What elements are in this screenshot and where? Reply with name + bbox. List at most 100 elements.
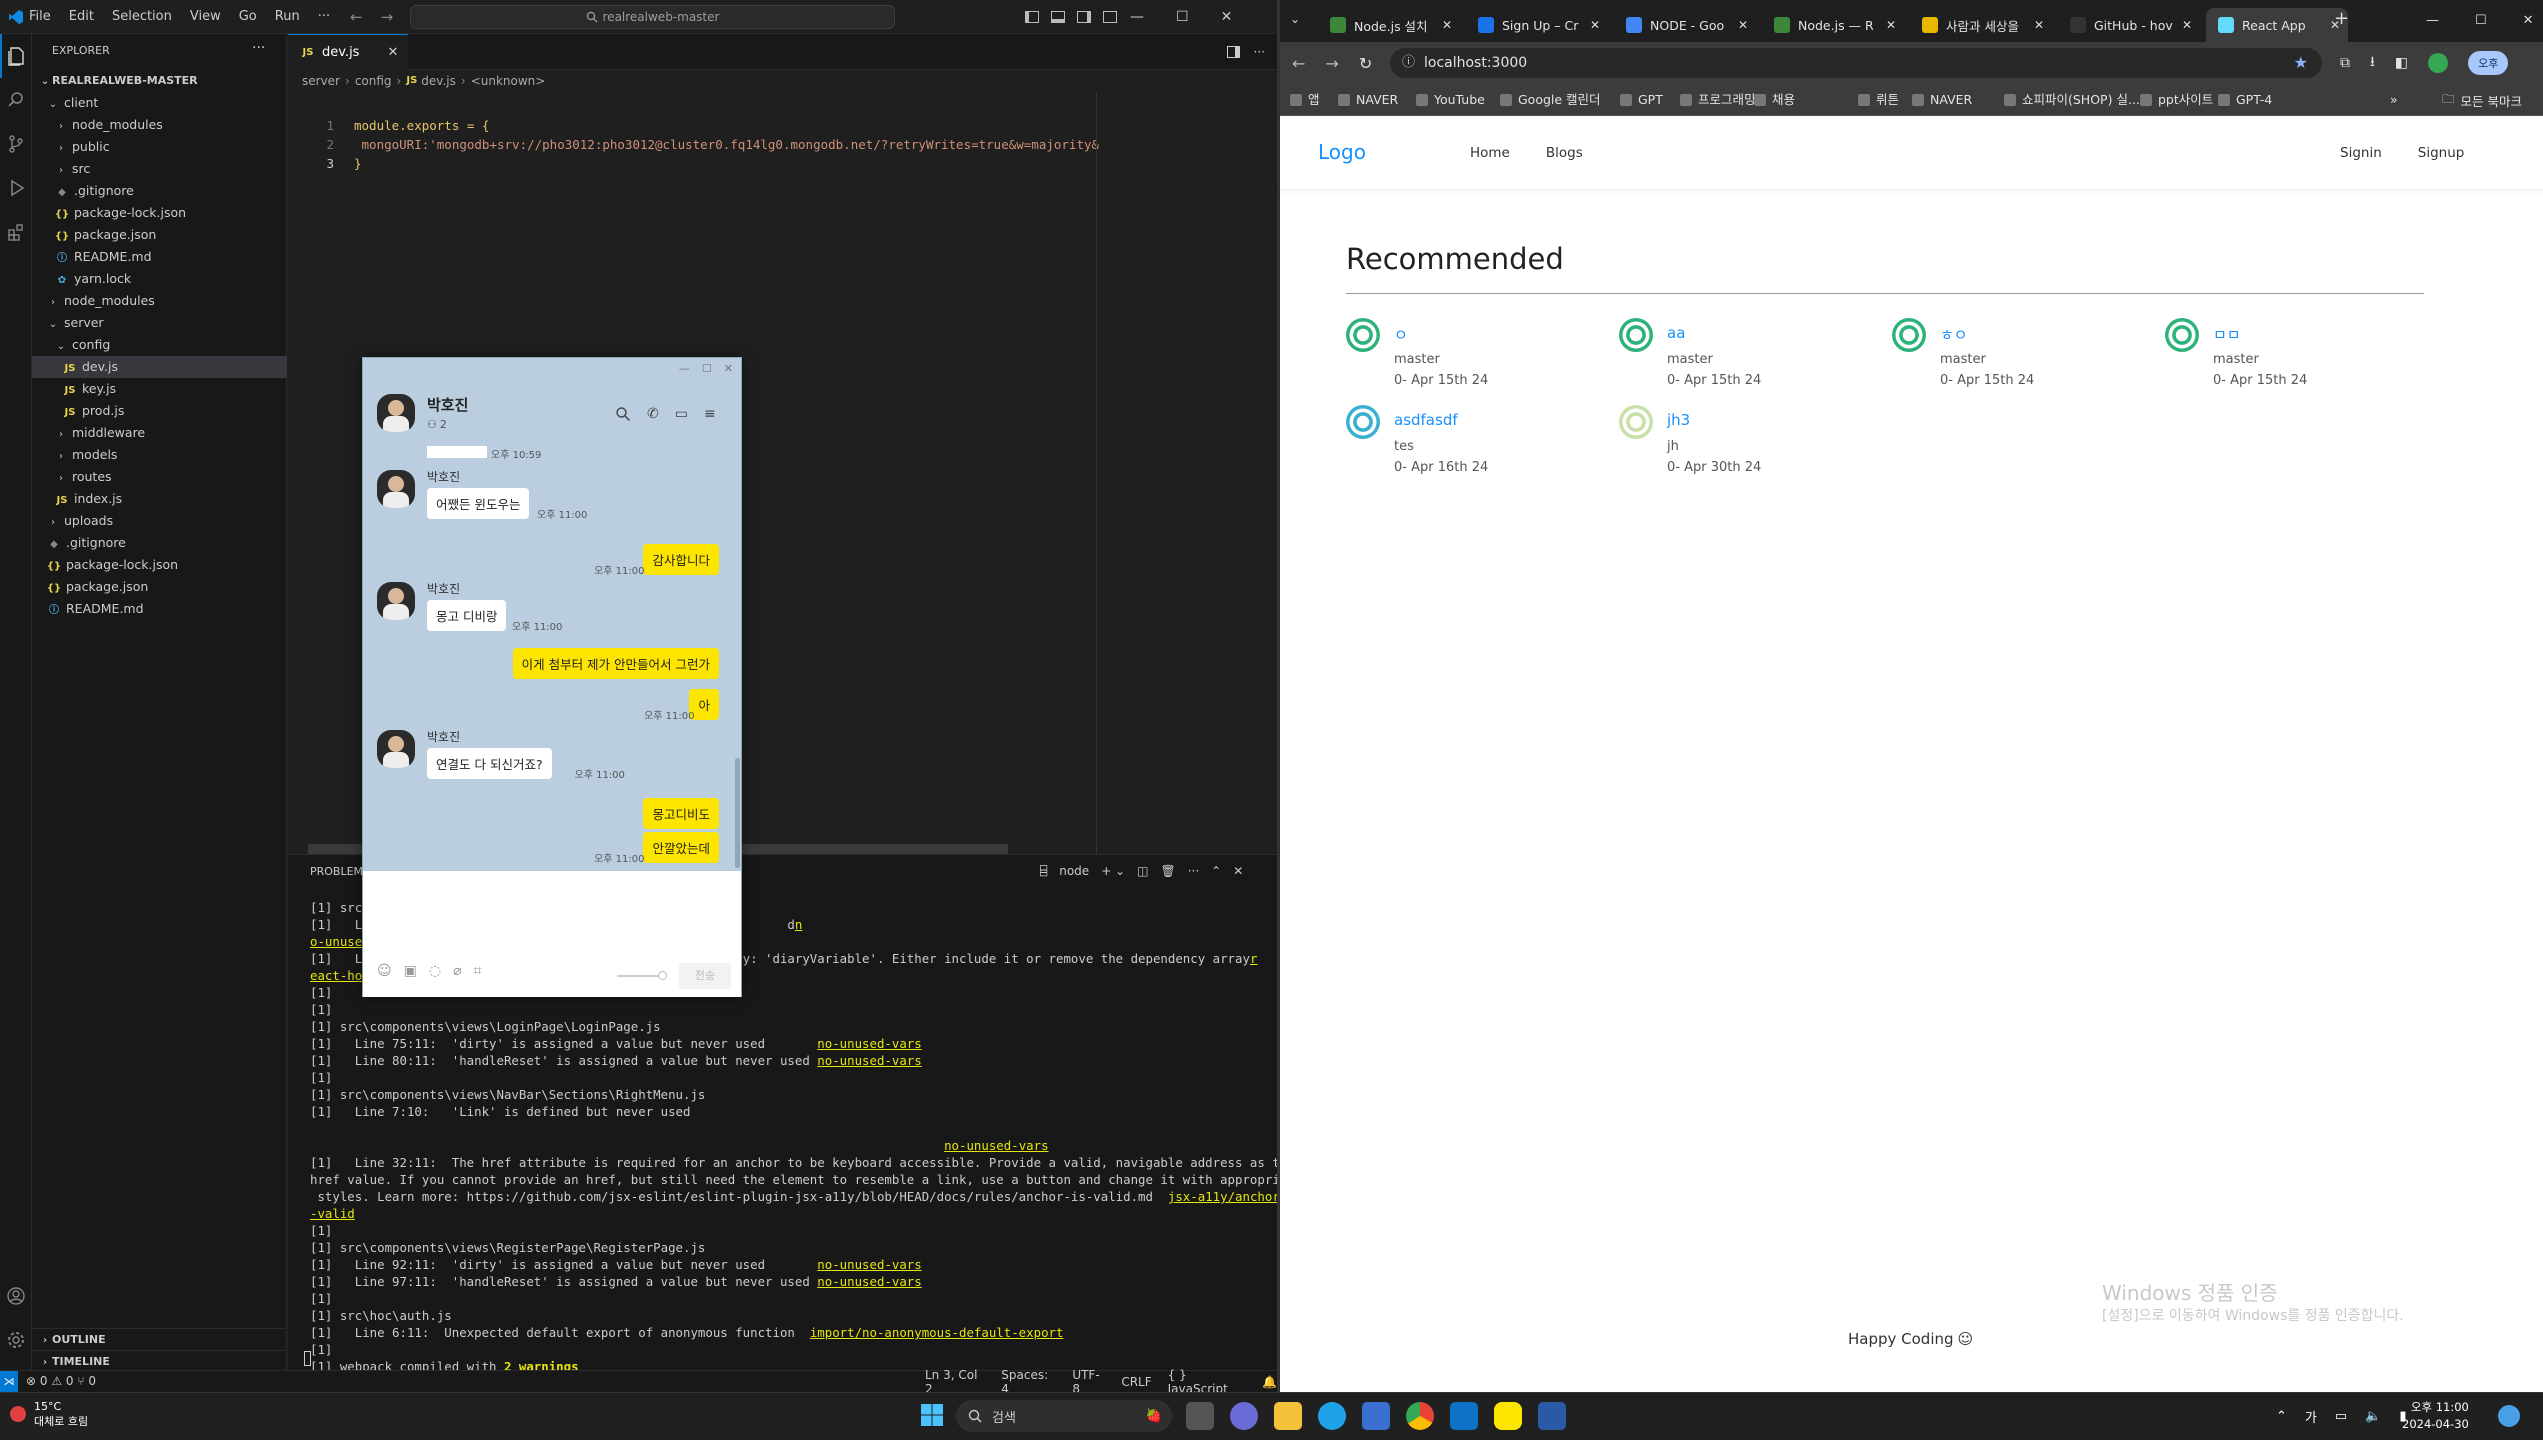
emoticon-icon[interactable]: ☺: [377, 963, 392, 979]
incoming-message[interactable]: 어쨌든 윈도우는: [427, 488, 530, 519]
code-line[interactable]: 3}: [288, 154, 361, 173]
tray-overflow-icon[interactable]: ⌃: [2276, 1409, 2287, 1424]
bookmark-item[interactable]: 쇼피파이(SHOP) 실...: [2004, 84, 2140, 116]
bookmark-item[interactable]: Google 캘린더: [1500, 84, 1601, 116]
account-icon[interactable]: [0, 1274, 32, 1318]
panel-more-icon[interactable]: ···: [1188, 864, 1199, 878]
menu-item[interactable]: File: [20, 0, 60, 34]
terminal-link[interactable]: -valid: [310, 1206, 355, 1221]
tree-item[interactable]: › routes: [32, 466, 287, 488]
new-terminal-icon[interactable]: + ⌄: [1101, 864, 1125, 878]
bookmark-item[interactable]: GPT: [1620, 84, 1663, 116]
browser-tab[interactable]: Node.js 설치 ✕: [1318, 8, 1460, 42]
profile-avatar[interactable]: [2428, 53, 2449, 73]
edge-browser-icon[interactable]: [1318, 1402, 1346, 1430]
new-tab-button[interactable]: +: [2334, 8, 2349, 29]
browser-tab[interactable]: NODE - Goo ✕: [1614, 8, 1756, 42]
close-tab-icon[interactable]: ✕: [1886, 18, 1896, 32]
toggle-secondary-sidebar-icon[interactable]: [1077, 11, 1091, 23]
browser-tab[interactable]: GitHub - hov ✕: [2058, 8, 2200, 42]
tree-item[interactable]: ⌄ client: [32, 92, 287, 114]
tab-search-icon[interactable]: ⌄: [1290, 12, 1300, 26]
bookmark-item[interactable]: ppt사이트: [2140, 84, 2213, 116]
clock[interactable]: 오후 11:00 2024-04-30: [2402, 1399, 2469, 1433]
more-actions-icon[interactable]: ···: [252, 40, 265, 56]
card-title[interactable]: ㅎㅇ: [1940, 324, 1968, 345]
split-terminal-icon[interactable]: ◫: [1137, 864, 1148, 878]
incoming-message[interactable]: 몽고 디비랑: [427, 600, 507, 631]
outgoing-message[interactable]: 몽고디비도: [643, 798, 719, 829]
close-tab-icon[interactable]: ✕: [2034, 18, 2044, 32]
end-of-line[interactable]: CRLF: [1121, 1375, 1151, 1389]
card-title[interactable]: aa: [1667, 324, 1685, 342]
site-info-icon[interactable]: ⓘ: [1402, 48, 1415, 78]
menu-item[interactable]: Selection: [103, 0, 181, 34]
chrome-icon[interactable]: [1406, 1402, 1434, 1430]
taskbar-search[interactable]: 검색 🍓: [956, 1400, 1172, 1432]
tree-item[interactable]: › middleware: [32, 422, 287, 444]
browser-tab[interactable]: Sign Up – Cr ✕: [1466, 8, 1608, 42]
maximize-button[interactable]: ☐: [702, 362, 712, 375]
vscode-icon[interactable]: [1450, 1402, 1478, 1430]
tree-item[interactable]: JS index.js: [32, 488, 287, 510]
bookmark-item[interactable]: 뤼튼: [1858, 84, 1899, 116]
language-mode[interactable]: { } JavaScript: [1168, 1368, 1246, 1392]
extensions-icon[interactable]: [0, 210, 32, 254]
tree-item[interactable]: {} package-lock.json: [32, 554, 287, 576]
side-panel-icon[interactable]: ◧: [2395, 55, 2408, 71]
terminal-link[interactable]: no-unused-vars: [817, 1053, 921, 1068]
blog-card[interactable]: ㅁㅁ master 0- Apr 15th 24: [2165, 318, 2405, 390]
tree-item[interactable]: › models: [32, 444, 287, 466]
tree-item[interactable]: JS key.js: [32, 378, 287, 400]
chat-scrollbar[interactable]: [735, 758, 740, 868]
terminal-link[interactable]: no-unused-vars: [817, 1274, 921, 1289]
close-tab-icon[interactable]: ✕: [1442, 18, 1452, 32]
card-title[interactable]: ㅇ: [1394, 324, 1408, 345]
outgoing-message[interactable]: 감사합니다: [643, 544, 719, 575]
menu-item[interactable]: View: [181, 0, 230, 34]
tree-item[interactable]: JS prod.js: [32, 400, 287, 422]
send-button[interactable]: 전송: [679, 963, 731, 989]
tree-item[interactable]: ⓘ README.md: [32, 246, 287, 268]
terminal-link[interactable]: no-unused-vars: [944, 1138, 1048, 1153]
bookmark-item[interactable]: GPT-4: [2218, 84, 2272, 116]
blog-card[interactable]: jh3 jh 0- Apr 30th 24: [1619, 405, 1859, 477]
menu-icon[interactable]: ≡: [704, 406, 716, 422]
browser-tab[interactable]: 사람과 세상을 ✕: [1910, 8, 2052, 42]
split-editor-icon[interactable]: [1226, 46, 1240, 58]
search-icon[interactable]: [0, 78, 32, 122]
breadcrumb-item[interactable]: config: [355, 70, 392, 92]
tree-item[interactable]: ◆ .gitignore: [32, 532, 287, 554]
bookmarks-overflow-icon[interactable]: »: [2390, 84, 2398, 116]
tab-dev-js[interactable]: JS dev.js ✕: [288, 34, 408, 70]
tree-item[interactable]: {} package.json: [32, 224, 287, 246]
trash-icon[interactable]: 🗑: [1160, 864, 1175, 878]
terminal-link[interactable]: n: [795, 917, 802, 932]
tree-item[interactable]: › uploads: [32, 510, 287, 532]
card-title[interactable]: asdfasdf: [1394, 411, 1458, 429]
close-tab-icon[interactable]: ✕: [2182, 18, 2192, 32]
weather-widget[interactable]: 15°C 대체로 흐림: [10, 1399, 88, 1429]
tree-item[interactable]: › node_modules: [32, 290, 287, 312]
avatar[interactable]: [377, 730, 415, 768]
browser-tab[interactable]: Node.js — R ✕: [1762, 8, 1904, 42]
terminal-link[interactable]: no-unused-vars: [817, 1257, 921, 1272]
close-button[interactable]: ✕: [724, 362, 733, 375]
all-bookmarks-folder[interactable]: 🗀 모든 북마크: [2442, 84, 2522, 116]
outline-section[interactable]: › OUTLINE: [32, 1328, 287, 1350]
close-button[interactable]: ✕: [2523, 13, 2534, 28]
search-icon[interactable]: [615, 406, 631, 422]
browser-tab[interactable]: React App ✕: [2206, 8, 2348, 42]
tree-item[interactable]: JS dev.js: [32, 356, 287, 378]
breadcrumb-item[interactable]: server: [302, 70, 340, 92]
logo[interactable]: Logo: [1318, 140, 1366, 164]
blog-card[interactable]: ㅎㅇ master 0- Apr 15th 24: [1892, 318, 2132, 390]
bookmark-item[interactable]: NAVER: [1338, 84, 1398, 116]
back-arrow-icon[interactable]: ←: [350, 8, 363, 26]
remote-indicator-icon[interactable]: ⋊: [0, 1371, 18, 1392]
indentation[interactable]: Spaces: 4: [1001, 1368, 1056, 1392]
close-tab-icon[interactable]: ✕: [1590, 18, 1600, 32]
customize-layout-icon[interactable]: [1103, 11, 1117, 23]
settings-gear-icon[interactable]: [0, 1318, 32, 1362]
close-tab-icon[interactable]: ✕: [387, 45, 398, 60]
